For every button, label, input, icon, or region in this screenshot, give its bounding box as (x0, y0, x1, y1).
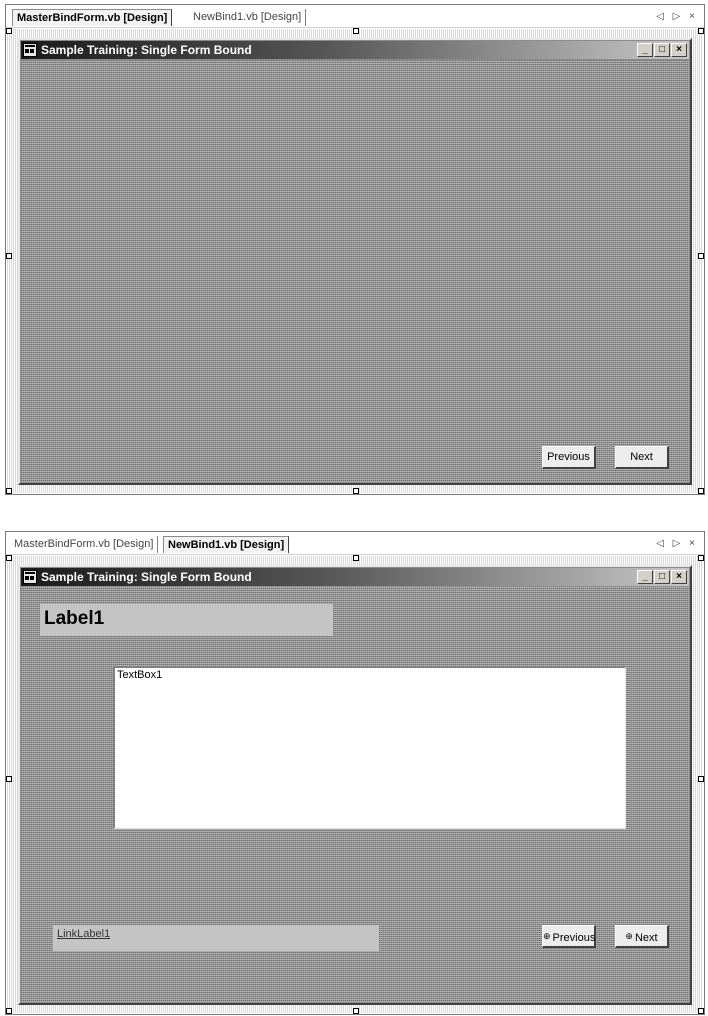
resize-handle-bottom-right[interactable] (698, 488, 704, 494)
resize-handle-bottom-left[interactable] (6, 1008, 12, 1014)
close-icon[interactable]: × (671, 43, 687, 57)
linklabel1-text[interactable]: LinkLabel1 (57, 928, 110, 940)
previous-button-label: Previous (552, 932, 596, 944)
scroll-right-icon[interactable]: ▷ (673, 9, 684, 24)
resize-handle-bottom-right[interactable] (698, 1008, 704, 1014)
resize-handle-right[interactable] (698, 253, 704, 259)
previous-button[interactable]: Previous (542, 446, 596, 469)
resize-handle-left[interactable] (6, 253, 12, 259)
form-window[interactable]: Sample Training: Single Form Bound _ □ ×… (18, 38, 692, 485)
designer-panel-newbind1: MasterBindForm.vb [Design] NewBind1.vb [… (5, 531, 705, 1015)
previous-button[interactable]: ⊕ Previous (542, 925, 596, 948)
resize-handle-right[interactable] (698, 776, 704, 782)
textbox1[interactable]: TextBox1 (113, 666, 626, 829)
close-tab-icon[interactable]: × (689, 9, 698, 24)
design-surface: Sample Training: Single Form Bound _ □ ×… (6, 555, 704, 1014)
tab-masterbindform-design[interactable]: MasterBindForm.vb [Design] (12, 9, 173, 26)
linklabel1[interactable]: LinkLabel1 (53, 925, 379, 951)
resize-handle-bottom-left[interactable] (6, 488, 12, 494)
resize-handle-top[interactable] (353, 555, 359, 561)
next-button[interactable]: Next (615, 446, 669, 469)
close-tab-icon[interactable]: × (689, 536, 698, 551)
data-binding-icon: ⊕ (625, 931, 633, 941)
resize-handle-left[interactable] (6, 776, 12, 782)
label1[interactable]: Label1 (40, 604, 333, 636)
tab-masterbindform-design[interactable]: MasterBindForm.vb [Design] (10, 536, 159, 553)
form-title-bar[interactable]: Sample Training: Single Form Bound _ □ × (21, 568, 689, 586)
document-tab-bar: MasterBindForm.vb [Design] NewBind1.vb [… (6, 532, 704, 555)
next-button[interactable]: ⊕ Next (615, 925, 669, 948)
form-icon (23, 570, 37, 584)
scroll-right-icon[interactable]: ▷ (673, 536, 684, 551)
resize-handle-top-right[interactable] (698, 555, 704, 561)
tab-newbind1-design[interactable]: NewBind1.vb [Design] (163, 536, 290, 553)
scroll-left-icon[interactable]: ◁ (656, 9, 667, 24)
resize-handle-top-left[interactable] (6, 555, 12, 561)
scroll-left-icon[interactable]: ◁ (656, 536, 667, 551)
form-window[interactable]: Sample Training: Single Form Bound _ □ ×… (18, 565, 692, 1005)
resize-handle-top-right[interactable] (698, 28, 704, 34)
form-title-bar[interactable]: Sample Training: Single Form Bound _ □ × (21, 41, 689, 59)
minimize-icon[interactable]: _ (637, 570, 653, 584)
resize-handle-top-left[interactable] (6, 28, 12, 34)
document-tab-bar: MasterBindForm.vb [Design] NewBind1.vb [… (6, 5, 704, 28)
maximize-icon[interactable]: □ (654, 43, 670, 57)
form-icon (23, 43, 37, 57)
minimize-icon[interactable]: _ (637, 43, 653, 57)
data-binding-icon: ⊕ (543, 931, 551, 941)
next-button-label: Next (634, 932, 658, 944)
form-title: Sample Training: Single Form Bound (41, 570, 252, 584)
form-client-area: Previous Next (21, 60, 689, 482)
form-title: Sample Training: Single Form Bound (41, 43, 252, 57)
resize-handle-bottom[interactable] (353, 488, 359, 494)
tab-controls: ◁ ▷ × (656, 536, 698, 551)
design-surface: Sample Training: Single Form Bound _ □ ×… (6, 28, 704, 494)
tab-newbind1-design[interactable]: NewBind1.vb [Design] (189, 9, 307, 26)
tab-controls: ◁ ▷ × (656, 9, 698, 24)
resize-handle-bottom[interactable] (353, 1008, 359, 1014)
designer-panel-masterbindform: MasterBindForm.vb [Design] NewBind1.vb [… (5, 4, 705, 495)
close-icon[interactable]: × (671, 570, 687, 584)
maximize-icon[interactable]: □ (654, 570, 670, 584)
form-client-area: Label1 TextBox1 LinkLabel1 ⊕ Previous ⊕ Ne… (21, 587, 689, 1002)
resize-handle-top[interactable] (353, 28, 359, 34)
